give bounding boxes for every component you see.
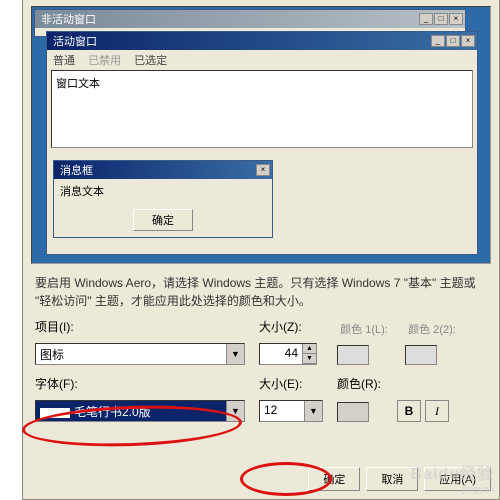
size-spinner[interactable]: 44 ▲▼ bbox=[259, 343, 317, 365]
inactive-title-text: 非活动窗口 bbox=[41, 11, 96, 27]
menu-disabled: 已禁用 bbox=[88, 55, 121, 67]
msgbox-ok-button: 确定 bbox=[133, 209, 193, 231]
active-window: 活动窗口 _ □ × 普通 已禁用 已选定 窗口文本 消息框 × bbox=[46, 31, 478, 255]
up-icon[interactable]: ▲ bbox=[302, 344, 316, 354]
message-box: 消息框 × 消息文本 确定 bbox=[53, 160, 273, 238]
item-combo[interactable]: 图标 ▼ bbox=[35, 343, 245, 365]
inactive-titlebar: 非活动窗口 _ □ × bbox=[35, 10, 465, 28]
size-label: 大小(Z): bbox=[259, 318, 323, 335]
size-value[interactable]: 44 bbox=[260, 344, 302, 364]
chevron-down-icon[interactable]: ▼ bbox=[226, 401, 244, 421]
menubar: 普通 已禁用 已选定 bbox=[47, 50, 477, 70]
color2-swatch bbox=[405, 345, 437, 365]
preview-area: 非活动窗口 _ □ × 活动窗口 _ □ × 普通 已禁用 已选定 bbox=[31, 6, 491, 264]
msgbox-text: 消息文本 bbox=[60, 186, 104, 198]
close-icon: × bbox=[449, 13, 463, 25]
minimize-icon: _ bbox=[419, 13, 433, 25]
color2-label: 颜色 2(2): bbox=[405, 321, 459, 337]
chevron-down-icon[interactable]: ▼ bbox=[226, 344, 244, 364]
fsize-label: 大小(E): bbox=[259, 375, 323, 392]
description-text: 要启用 Windows Aero，请选择 Windows 主题。只有选择 Win… bbox=[35, 274, 487, 310]
close-icon: × bbox=[256, 164, 270, 176]
window-buttons: _ □ × bbox=[431, 35, 475, 47]
fsize-combo[interactable]: 12 ▼ bbox=[259, 400, 323, 422]
font-label: 字体(F): bbox=[35, 375, 245, 392]
watermark: Baidu经验 jingyan bbox=[411, 460, 494, 494]
minimize-icon: _ bbox=[431, 35, 445, 47]
msgbox-title: 消息框 bbox=[60, 162, 93, 178]
chevron-down-icon[interactable]: ▼ bbox=[304, 401, 322, 421]
item-label: 项目(I): bbox=[35, 318, 245, 335]
font-combo[interactable]: 毛笔行书2.0版 ▼ bbox=[35, 400, 245, 422]
msgbox-body: 消息文本 bbox=[54, 179, 272, 205]
maximize-icon: □ bbox=[434, 13, 448, 25]
active-titlebar: 活动窗口 _ □ × bbox=[47, 32, 477, 50]
italic-button[interactable]: I bbox=[425, 400, 449, 422]
window-text: 窗口文本 bbox=[56, 78, 100, 90]
window-text-area: 窗口文本 bbox=[51, 70, 473, 148]
fcolor-label: 颜色(R): bbox=[337, 375, 391, 392]
maximize-icon: □ bbox=[446, 35, 460, 47]
menu-selected: 已选定 bbox=[134, 55, 167, 67]
bold-button[interactable]: B bbox=[397, 400, 421, 422]
down-icon[interactable]: ▼ bbox=[302, 354, 316, 364]
close-icon: × bbox=[461, 35, 475, 47]
menu-normal: 普通 bbox=[53, 55, 75, 67]
msgbox-titlebar: 消息框 × bbox=[54, 161, 272, 179]
appearance-dialog: 非活动窗口 _ □ × 活动窗口 _ □ × 普通 已禁用 已选定 bbox=[22, 0, 500, 500]
color1-label: 颜色 1(L): bbox=[337, 321, 391, 337]
item-value: 图标 bbox=[36, 344, 226, 364]
fsize-value: 12 bbox=[260, 401, 304, 421]
window-buttons: _ □ × bbox=[419, 13, 463, 25]
font-value: 毛笔行书2.0版 bbox=[36, 401, 226, 421]
active-title-text: 活动窗口 bbox=[53, 33, 97, 49]
fcolor-swatch[interactable] bbox=[337, 402, 369, 422]
ok-button[interactable]: 确定 bbox=[308, 467, 360, 491]
color1-swatch bbox=[337, 345, 369, 365]
